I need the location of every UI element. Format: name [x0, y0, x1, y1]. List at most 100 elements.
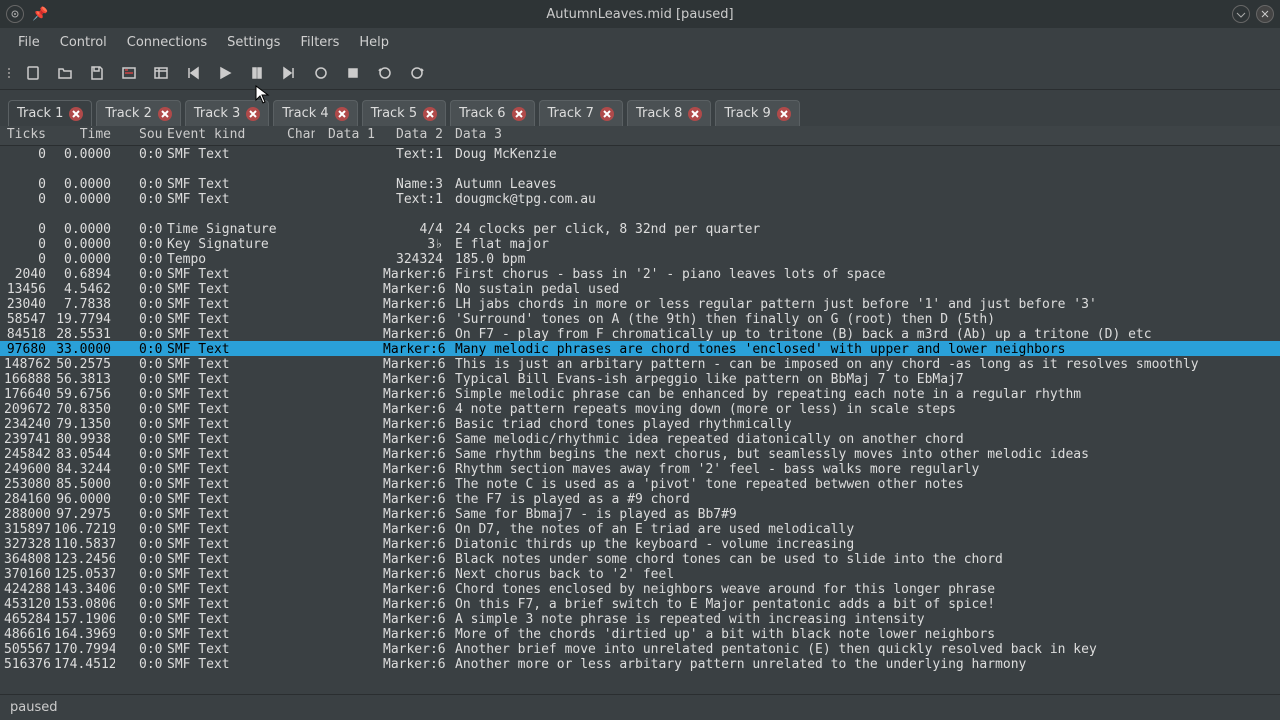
loop-forward-icon[interactable]	[406, 62, 428, 84]
cell: Many melodic phrases are chord tones 'en…	[451, 341, 1280, 356]
cell: Text:1	[379, 191, 451, 206]
record-icon[interactable]	[310, 62, 332, 84]
table-row[interactable]: 00.00000:0SMF TextText:1Doug McKenzie	[0, 146, 1280, 161]
app-menu-icon[interactable]	[6, 5, 24, 23]
table-row[interactable]: 00.00000:0SMF TextText:1dougmck@tpg.com.…	[0, 191, 1280, 206]
toolbar-grip[interactable]	[8, 68, 10, 78]
play-icon[interactable]	[214, 62, 236, 84]
loop-back-icon[interactable]	[374, 62, 396, 84]
col-time[interactable]: Time	[50, 126, 115, 145]
table-row[interactable]: 24584283.05440:0SMF TextMarker:6Same rhy…	[0, 446, 1280, 461]
table-row[interactable]: 00.00000:0SMF TextName:3Autumn Leaves	[0, 176, 1280, 191]
table-row[interactable]: 00.00000:0Time Signature4/424 clocks per…	[0, 221, 1280, 236]
tab-close-icon[interactable]	[777, 107, 791, 121]
table-row[interactable]: 134564.54620:0SMF TextMarker:6No sustain…	[0, 281, 1280, 296]
col-source[interactable]: Source	[115, 126, 163, 145]
table-row[interactable]: 17664059.67560:0SMF TextMarker:6Simple m…	[0, 386, 1280, 401]
table-row[interactable]: 424288143.34060:0SMF TextMarker:6Chord t…	[0, 581, 1280, 596]
table-row[interactable]: 465284157.19060:0SMF TextMarker:6A simpl…	[0, 611, 1280, 626]
table-row[interactable]: 20400.68940:0SMF TextMarker:6First choru…	[0, 266, 1280, 281]
table-row[interactable]: 486616164.39690:0SMF TextMarker:6More of…	[0, 626, 1280, 641]
table-row[interactable]: 370160125.05370:0SMF TextMarker:6Next ch…	[0, 566, 1280, 581]
table-row[interactable]: 00.00000:0Tempo324324185.0 bpm	[0, 251, 1280, 266]
table-row[interactable]: 25308085.50000:0SMF TextMarker:6The note…	[0, 476, 1280, 491]
table-row[interactable]: 28416096.00000:0SMF TextMarker:6the F7 i…	[0, 491, 1280, 506]
tab-close-icon[interactable]	[423, 107, 437, 121]
menu-file[interactable]: File	[8, 31, 50, 54]
tab-label: Track 1	[17, 106, 63, 121]
save-icon[interactable]	[86, 62, 108, 84]
table-row[interactable]: 5854719.77940:0SMF TextMarker:6'Surround…	[0, 311, 1280, 326]
table-row[interactable]: 28800097.29750:0SMF TextMarker:6Same for…	[0, 506, 1280, 521]
cell: SMF Text	[163, 656, 283, 671]
skip-back-icon[interactable]	[182, 62, 204, 84]
cell: A simple 3 note phrase is repeated with …	[451, 611, 1280, 626]
col-kind[interactable]: Event kind	[163, 126, 283, 145]
table-row[interactable]: 00.00000:0Key Signature3♭E flat major	[0, 236, 1280, 251]
table-row[interactable]: 9768033.00000:0SMF TextMarker:6Many melo…	[0, 341, 1280, 356]
table-row[interactable]: 364808123.24560:0SMF TextMarker:6Black n…	[0, 551, 1280, 566]
open-icon[interactable]	[54, 62, 76, 84]
table-row[interactable]: 23974180.99380:0SMF TextMarker:6Same mel…	[0, 431, 1280, 446]
table-row[interactable]: 516376174.45120:0SMF TextMarker:6Another…	[0, 656, 1280, 671]
tab-close-icon[interactable]	[158, 107, 172, 121]
tab-track-1[interactable]: Track 1	[8, 100, 92, 126]
cell: Key Signature	[163, 236, 283, 251]
table-row[interactable]: 23424079.13500:0SMF TextMarker:6Basic tr…	[0, 416, 1280, 431]
tab-close-icon[interactable]	[69, 107, 83, 121]
menu-connections[interactable]: Connections	[117, 31, 217, 54]
table-row[interactable]: 315897106.72190:0SMF TextMarker:6On D7, …	[0, 521, 1280, 536]
col-ticks[interactable]: Ticks	[0, 126, 50, 145]
save-as-icon[interactable]	[118, 62, 140, 84]
cell: 234240	[0, 416, 50, 431]
cell: Marker:6	[379, 491, 451, 506]
tab-close-icon[interactable]	[335, 107, 349, 121]
tab-close-icon[interactable]	[688, 107, 702, 121]
tab-track-2[interactable]: Track 2	[96, 100, 180, 126]
tab-track-5[interactable]: Track 5	[362, 100, 446, 126]
col-data1[interactable]: Data 1	[315, 126, 379, 145]
new-file-icon[interactable]	[22, 62, 44, 84]
cell: SMF Text	[163, 476, 283, 491]
cell: 4 note pattern repeats moving down (more…	[451, 401, 1280, 416]
cell	[315, 236, 379, 251]
table-row[interactable]: 20967270.83500:0SMF TextMarker:64 note p…	[0, 401, 1280, 416]
tab-track-7[interactable]: Track 7	[539, 100, 623, 126]
cell: 0	[0, 146, 50, 161]
pin-icon[interactable]: 📌	[32, 7, 48, 22]
menu-help[interactable]: Help	[349, 31, 399, 54]
menu-settings[interactable]: Settings	[217, 31, 290, 54]
cell: 170.7994	[50, 641, 115, 656]
table-row[interactable]: 24960084.32440:0SMF TextMarker:6Rhythm s…	[0, 461, 1280, 476]
table-row[interactable]: 327328110.58370:0SMF TextMarker:6Diatoni…	[0, 536, 1280, 551]
cell: 0	[0, 221, 50, 236]
tab-close-icon[interactable]	[600, 107, 614, 121]
table-row[interactable]: 505567170.79940:0SMF TextMarker:6Another…	[0, 641, 1280, 656]
table-row[interactable]: 14876250.25750:0SMF TextMarker:6This is …	[0, 356, 1280, 371]
table-row[interactable]: 8451828.55310:0SMF TextMarker:6On F7 - p…	[0, 326, 1280, 341]
pause-icon[interactable]	[246, 62, 268, 84]
cell	[283, 311, 315, 326]
tab-track-9[interactable]: Track 9	[715, 100, 799, 126]
col-data3[interactable]: Data 3	[451, 126, 1280, 145]
tab-track-8[interactable]: Track 8	[627, 100, 711, 126]
cell	[315, 476, 379, 491]
stop-icon[interactable]	[342, 62, 364, 84]
table-row[interactable]: 16688856.38130:0SMF TextMarker:6Typical …	[0, 371, 1280, 386]
skip-forward-icon[interactable]	[278, 62, 300, 84]
tab-track-6[interactable]: Track 6	[450, 100, 534, 126]
tab-track-3[interactable]: Track 3	[185, 100, 269, 126]
col-chan[interactable]: Chan	[283, 126, 315, 145]
cell: 0.0000	[50, 146, 115, 161]
menu-filters[interactable]: Filters	[290, 31, 349, 54]
view-icon[interactable]	[150, 62, 172, 84]
close-button[interactable]	[1256, 5, 1274, 23]
col-data2[interactable]: Data 2	[379, 126, 451, 145]
tab-track-4[interactable]: Track 4	[273, 100, 357, 126]
tab-close-icon[interactable]	[512, 107, 526, 121]
table-row[interactable]: 230407.78380:0SMF TextMarker:6LH jabs ch…	[0, 296, 1280, 311]
tab-close-icon[interactable]	[246, 107, 260, 121]
table-row[interactable]: 453120153.08060:0SMF TextMarker:6On this…	[0, 596, 1280, 611]
minimize-button[interactable]	[1232, 5, 1250, 23]
menu-control[interactable]: Control	[50, 31, 117, 54]
